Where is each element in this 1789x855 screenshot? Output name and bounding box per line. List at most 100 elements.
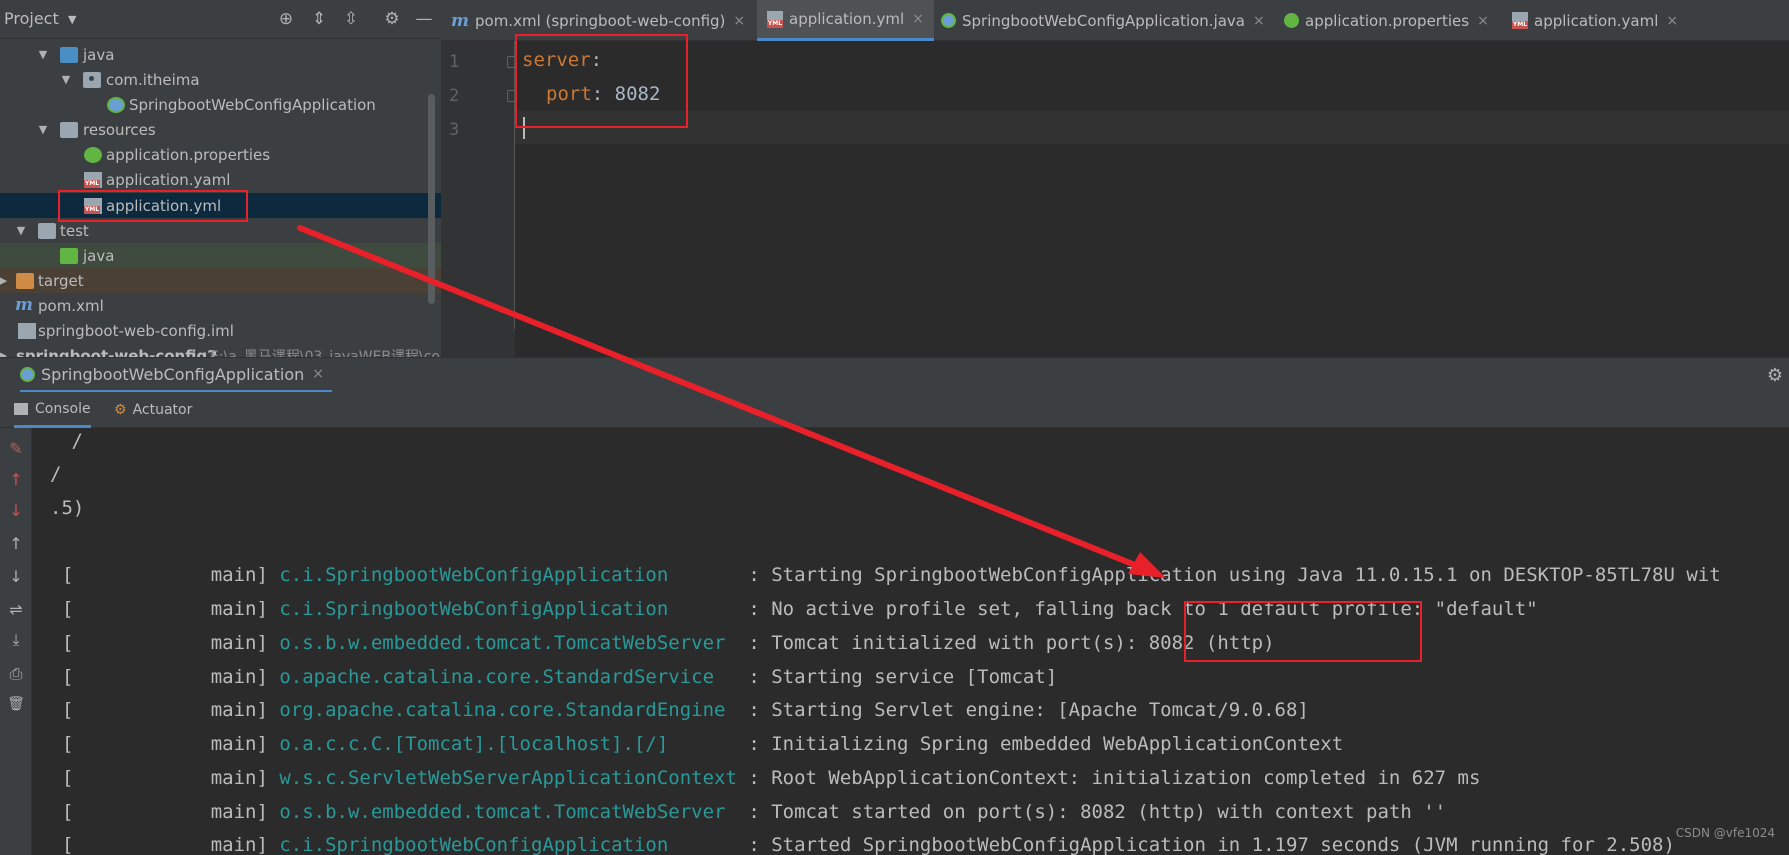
spring-class-icon xyxy=(20,366,35,382)
log-logger: o.s.b.w.embedded.tomcat.TomcatWebServer xyxy=(279,632,737,654)
log-message: : Starting service [Tomcat] xyxy=(736,666,1058,688)
tab-console[interactable]: Console xyxy=(14,392,91,428)
log-logger: o.a.c.c.C.[Tomcat].[localhost].[/] xyxy=(279,733,737,755)
tree-item-label: resources xyxy=(83,120,156,139)
tree-item-application-yaml[interactable]: application.yaml xyxy=(0,167,441,192)
tree-item-pom[interactable]: m pom.xml xyxy=(0,293,441,318)
tab-label: application.yml xyxy=(789,10,905,28)
tree-item-label: test xyxy=(60,221,89,240)
yaml-file-icon xyxy=(1512,12,1528,29)
tree-item-application-properties[interactable]: application.properties xyxy=(0,142,441,167)
close-icon[interactable]: × xyxy=(312,366,324,382)
module-path: E:\a_黑马课程\03_javaWEB课程\co xyxy=(210,348,440,358)
tree-item-test-java[interactable]: java xyxy=(0,243,441,268)
code-editor[interactable]: server: port: 8082 xyxy=(515,41,1789,357)
close-icon[interactable]: × xyxy=(1477,13,1489,29)
close-icon[interactable]: × xyxy=(1253,13,1265,29)
folder-icon xyxy=(60,46,78,63)
log-logger: c.i.SpringbootWebConfigApplication xyxy=(279,834,737,855)
line-number: 3 xyxy=(449,120,460,140)
log-line: [ main] o.apache.catalina.core.StandardS… xyxy=(62,666,1057,688)
log-logger: o.s.b.w.embedded.tomcat.TomcatWebServer xyxy=(279,801,737,823)
console-toolbar: ✎ ↑ ↓ ↑ ↓ ⇌ ⤓ ⎙ 🗑 xyxy=(0,428,32,855)
line-number: 2 xyxy=(449,86,460,106)
tree-item-iml[interactable]: springboot-web-config.iml xyxy=(0,318,441,343)
log-message: : Started SpringbootWebConfigApplication… xyxy=(736,834,1675,855)
gear-icon[interactable]: ⚙ xyxy=(381,8,403,30)
tree-item-label: pom.xml xyxy=(38,296,104,315)
crosshair-icon[interactable]: ⊕ xyxy=(275,8,297,30)
tab-application-yml[interactable]: application.yml × xyxy=(757,0,934,41)
spring-class-icon xyxy=(941,13,956,28)
trash-icon[interactable]: 🗑 xyxy=(6,694,26,714)
tree-item-label: java xyxy=(83,246,115,265)
tree-item-java[interactable]: ▼ java xyxy=(0,42,441,67)
maven-icon: m xyxy=(15,295,33,315)
spring-class-icon xyxy=(107,96,125,113)
project-header: Project ▼ ⊕ ⇕ ⇳ ⚙ — xyxy=(0,0,441,39)
tree-item-label: springboot-web-config2 xyxy=(16,346,218,358)
tree-item-main-class[interactable]: SpringbootWebConfigApplication xyxy=(0,92,441,117)
scroll-up-icon[interactable]: ↑ xyxy=(6,533,26,553)
run-tabbar: SpringbootWebConfigApplication × ⚙ xyxy=(0,357,1789,393)
minimize-icon[interactable]: — xyxy=(413,8,435,30)
tab-application-properties[interactable]: application.properties × xyxy=(1284,0,1489,41)
tree-item-resources[interactable]: ▼ resources xyxy=(0,117,441,142)
tree-item-target[interactable]: ▶ target xyxy=(0,268,441,293)
run-subtabs: Console ⚙ Actuator xyxy=(0,392,1789,428)
collapse-all-icon[interactable]: ⇳ xyxy=(340,8,362,30)
chevron-down-icon[interactable]: ▼ xyxy=(36,48,50,61)
chevron-down-icon[interactable]: ▼ xyxy=(36,123,50,136)
close-icon[interactable]: × xyxy=(733,13,745,29)
clear-icon[interactable]: ✎ xyxy=(6,438,26,458)
log-message: : Root WebApplicationContext: initializa… xyxy=(736,767,1481,789)
annotation-box-port-log xyxy=(1184,601,1422,662)
tab-run-configuration[interactable]: SpringbootWebConfigApplication × xyxy=(20,358,332,393)
log-message: : Starting Servlet engine: [Apache Tomca… xyxy=(736,699,1309,721)
chevron-right-icon[interactable]: ▶ xyxy=(0,274,10,287)
soft-wrap-icon[interactable]: ⇌ xyxy=(6,599,26,619)
close-icon[interactable]: × xyxy=(912,11,924,27)
close-icon[interactable]: × xyxy=(1666,13,1678,29)
excluded-folder-icon xyxy=(16,272,34,289)
maven-icon: m xyxy=(451,10,469,31)
chevron-down-icon[interactable]: ▼ xyxy=(14,224,28,237)
print-icon[interactable]: ⎙ xyxy=(6,664,26,684)
tree-item-label: application.properties xyxy=(106,145,271,164)
up-arrow-icon[interactable]: ↑ xyxy=(6,469,26,489)
package-icon xyxy=(83,71,101,88)
log-logger: c.i.SpringbootWebConfigApplication xyxy=(279,598,737,620)
yaml-file-icon xyxy=(767,10,783,28)
tree-item-label: com.itheima xyxy=(106,70,200,89)
scroll-to-end-icon[interactable]: ⤓ xyxy=(6,630,26,650)
log-thread: [ main] xyxy=(62,767,280,789)
scrollbar[interactable] xyxy=(428,94,435,304)
tab-label: Console xyxy=(35,400,91,417)
log-thread: [ main] xyxy=(62,801,280,823)
log-line: [ main] o.a.c.c.C.[Tomcat].[localhost].[… xyxy=(62,733,1343,755)
log-thread: [ main] xyxy=(62,834,280,855)
tab-label: Actuator xyxy=(132,402,193,418)
tree-item-module[interactable]: ▶ springboot-web-config2 E:\a_黑马课程\03_ja… xyxy=(0,343,441,358)
log-thread: [ main] xyxy=(62,699,280,721)
expand-all-icon[interactable]: ⇕ xyxy=(308,8,330,30)
gear-icon[interactable]: ⚙ xyxy=(1767,365,1783,386)
tree-item-package[interactable]: ▼ com.itheima xyxy=(0,67,441,92)
chevron-down-icon[interactable]: ▼ xyxy=(59,73,73,86)
down-arrow-icon[interactable]: ↓ xyxy=(6,500,26,520)
tab-label: application.properties xyxy=(1305,11,1470,30)
console-output[interactable]: / / .5) [ main] c.i.SpringbootWebConfigA… xyxy=(32,428,1789,855)
scroll-down-icon[interactable]: ↓ xyxy=(6,566,26,586)
tab-application-yaml[interactable]: application.yaml × xyxy=(1512,0,1678,41)
tab-actuator[interactable]: ⚙ Actuator xyxy=(114,392,192,428)
chevron-right-icon[interactable]: ▶ xyxy=(0,349,10,357)
log-thread: [ main] xyxy=(62,666,280,688)
project-title[interactable]: Project xyxy=(4,9,59,28)
tree-item-label: target xyxy=(38,271,84,290)
log-line: [ main] c.i.SpringbootWebConfigApplicati… xyxy=(62,564,1721,586)
log-message: : Tomcat started on port(s): 8082 (http)… xyxy=(736,801,1447,823)
tab-main-class[interactable]: SpringbootWebConfigApplication.java × xyxy=(941,0,1265,41)
folder-icon xyxy=(38,222,56,239)
chevron-down-icon[interactable]: ▼ xyxy=(68,13,76,26)
log-thread: [ main] xyxy=(62,632,280,654)
